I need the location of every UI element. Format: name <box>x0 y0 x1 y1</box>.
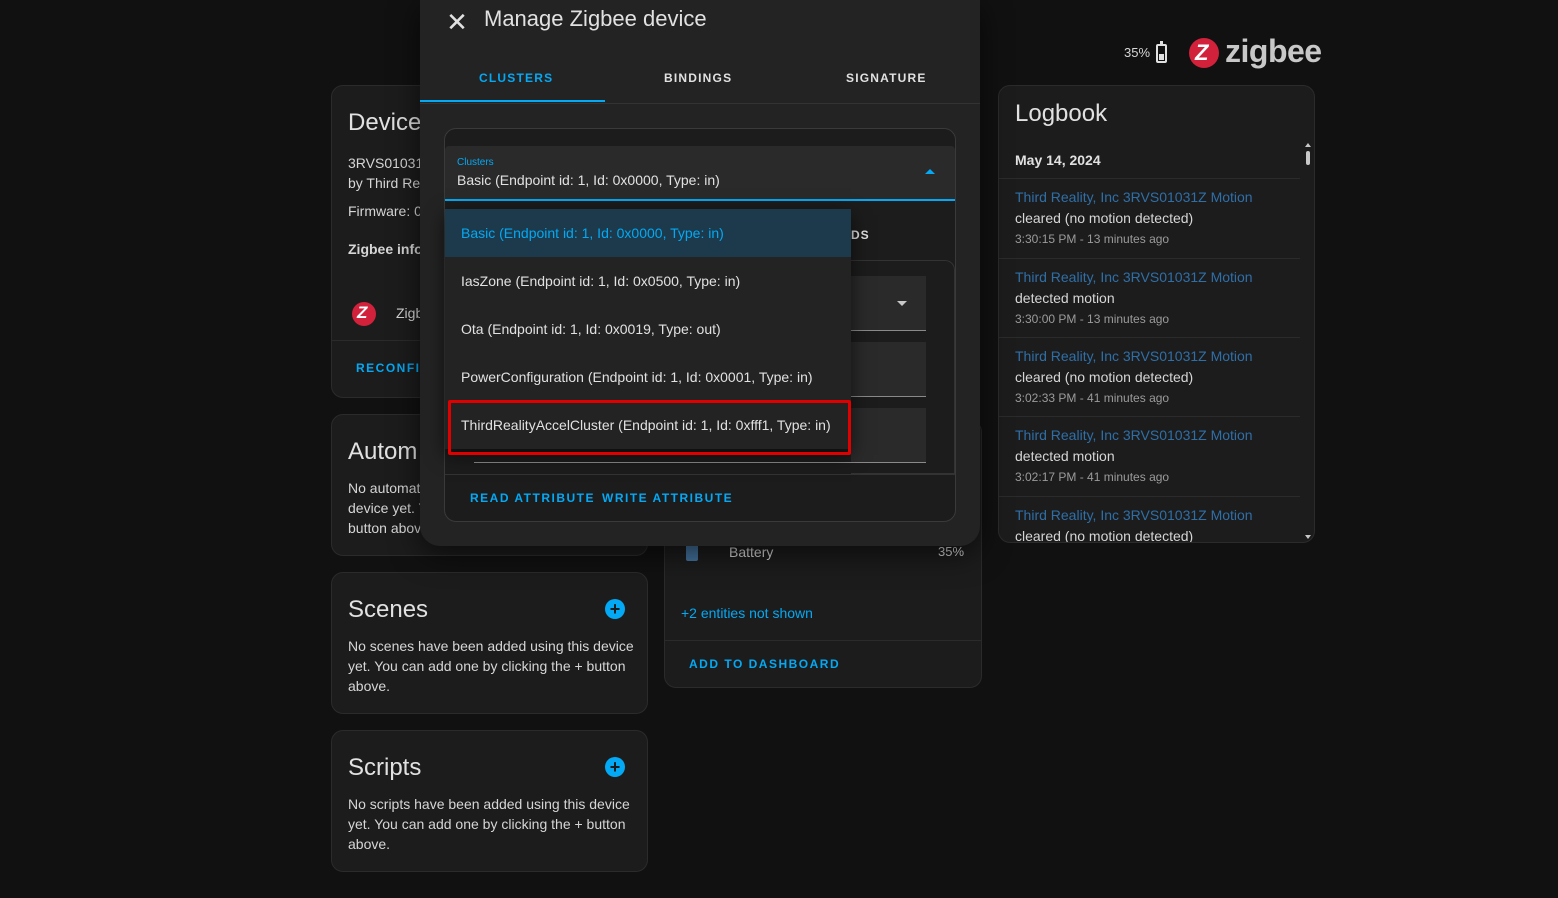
attribute-value-field[interactable] <box>851 342 926 397</box>
scenes-empty-text-line: above. <box>348 678 391 694</box>
attributes-select[interactable] <box>851 276 926 331</box>
read-attribute-button[interactable]: READ ATTRIBUTE <box>470 491 595 505</box>
logbook-entry-message: cleared (no motion detected) <box>1015 528 1194 542</box>
logbook-entry-message: detected motion <box>1015 290 1115 306</box>
automations-empty-text-line: device yet. Y <box>348 500 428 516</box>
device-model: 3RVS01031 <box>348 155 424 171</box>
tab-bindings[interactable]: BINDINGS <box>664 71 732 85</box>
chevron-down-icon[interactable] <box>897 301 907 306</box>
dialog-title: Manage Zigbee device <box>484 6 707 31</box>
logbook-entry-source[interactable]: Third Reality, Inc 3RVS01031Z Motion <box>1015 189 1253 205</box>
zigbee-integration-icon: Z <box>352 302 376 326</box>
clusters-select-label: Clusters <box>457 157 494 168</box>
logbook-entry[interactable]: Third Reality, Inc 3RVS01031Z Motion det… <box>999 416 1300 496</box>
logbook-entry[interactable]: Third Reality, Inc 3RVS01031Z Motion cle… <box>999 496 1300 542</box>
zigbee-info-heading: Zigbee info <box>348 241 423 257</box>
write-attribute-button[interactable]: WRITE ATTRIBUTE <box>602 491 733 505</box>
automations-empty-text-line: button abov <box>348 520 422 536</box>
logbook-entry-message: cleared (no motion detected) <box>1015 369 1194 385</box>
entities-card-divider <box>665 640 981 641</box>
tab-clusters[interactable]: CLUSTERS <box>479 71 553 85</box>
logbook-entry-message: cleared (no motion detected) <box>1015 210 1194 226</box>
logbook-entry[interactable]: Third Reality, Inc 3RVS01031Z Motion cle… <box>999 337 1300 417</box>
scenes-empty-text-line: yet. You can add one by clicking the + b… <box>348 658 626 674</box>
cluster-option-powerconfiguration[interactable]: PowerConfiguration (Endpoint id: 1, Id: … <box>445 353 851 401</box>
scroll-up-arrow-icon[interactable] <box>1305 143 1311 147</box>
cluster-option-ota[interactable]: Ota (Endpoint id: 1, Id: 0x0019, Type: o… <box>445 305 851 353</box>
add-to-dashboard-button[interactable]: ADD TO DASHBOARD <box>689 657 840 671</box>
automations-empty-text-line: No automat <box>348 480 421 496</box>
close-icon[interactable]: ✕ <box>445 7 469 38</box>
entities-not-shown-link[interactable]: +2 entities not shown <box>681 603 813 623</box>
battery-level-text: 35% <box>1124 45 1151 60</box>
logbook-entry-time: 3:30:15 PM - 13 minutes ago <box>1015 232 1170 246</box>
zigbee-logo-icon: Z <box>1189 38 1219 68</box>
scripts-card-title: Scripts <box>348 754 422 781</box>
logbook-entry-time: 3:30:00 PM - 13 minutes ago <box>1015 312 1170 326</box>
logbook-entry[interactable]: Third Reality, Inc 3RVS01031Z Motion det… <box>999 258 1300 338</box>
logbook-entry-source[interactable]: Third Reality, Inc 3RVS01031Z Motion <box>1015 348 1253 364</box>
active-tab-indicator <box>420 100 605 102</box>
automations-card-title: Autom <box>348 438 418 465</box>
device-card-title: Device <box>348 109 422 136</box>
scripts-empty-text-line: above. <box>348 836 391 852</box>
logbook-entry-message: detected motion <box>1015 448 1115 464</box>
tabs-divider <box>420 103 980 104</box>
logbook-entry[interactable]: Third Reality, Inc 3RVS01031Z Motion cle… <box>999 178 1300 258</box>
logbook-entry-source[interactable]: Third Reality, Inc 3RVS01031Z Motion <box>1015 507 1253 523</box>
battery-entity-icon <box>686 544 698 561</box>
add-script-button[interactable]: + <box>605 757 625 777</box>
actions-divider <box>445 474 955 475</box>
logbook-title: Logbook <box>1015 100 1108 127</box>
scroll-down-arrow-icon[interactable] <box>1305 535 1311 539</box>
logbook-entry-source[interactable]: Third Reality, Inc 3RVS01031Z Motion <box>1015 427 1253 443</box>
clusters-select-value[interactable]: Basic (Endpoint id: 1, Id: 0x0000, Type:… <box>457 172 720 188</box>
manufacturer-override-field[interactable] <box>851 408 926 463</box>
obscured-section-heading: DS <box>851 228 870 242</box>
scenes-empty-text-line: No scenes have been added using this dev… <box>348 638 634 654</box>
cluster-option-basic[interactable]: Basic (Endpoint id: 1, Id: 0x0000, Type:… <box>445 209 851 257</box>
logbook-date: May 14, 2024 <box>1015 152 1101 168</box>
scripts-empty-text-line: yet. You can add one by clicking the + b… <box>348 816 626 832</box>
scenes-card-title: Scenes <box>348 596 429 623</box>
device-firmware: Firmware: 0 <box>348 203 422 219</box>
device-manufacturer: by Third Rea <box>348 175 428 191</box>
zigbee-wordmark: zigbee <box>1225 33 1322 69</box>
logbook-entry-time: 3:02:17 PM - 41 minutes ago <box>1015 470 1170 484</box>
field-underline <box>474 462 926 463</box>
chevron-up-icon[interactable] <box>925 169 935 174</box>
cluster-option-iaszone[interactable]: IasZone (Endpoint id: 1, Id: 0x0500, Typ… <box>445 257 851 305</box>
tab-signature[interactable]: SIGNATURE <box>846 71 927 85</box>
battery-icon <box>1156 41 1167 63</box>
logbook-entry-source[interactable]: Third Reality, Inc 3RVS01031Z Motion <box>1015 269 1253 285</box>
add-scene-button[interactable]: + <box>605 599 625 619</box>
scripts-empty-text-line: No scripts have been added using this de… <box>348 796 630 812</box>
logbook-scrollbar[interactable] <box>1306 151 1310 165</box>
logbook-entry-time: 3:02:33 PM - 41 minutes ago <box>1015 391 1170 405</box>
highlight-annotation-box <box>448 400 851 455</box>
